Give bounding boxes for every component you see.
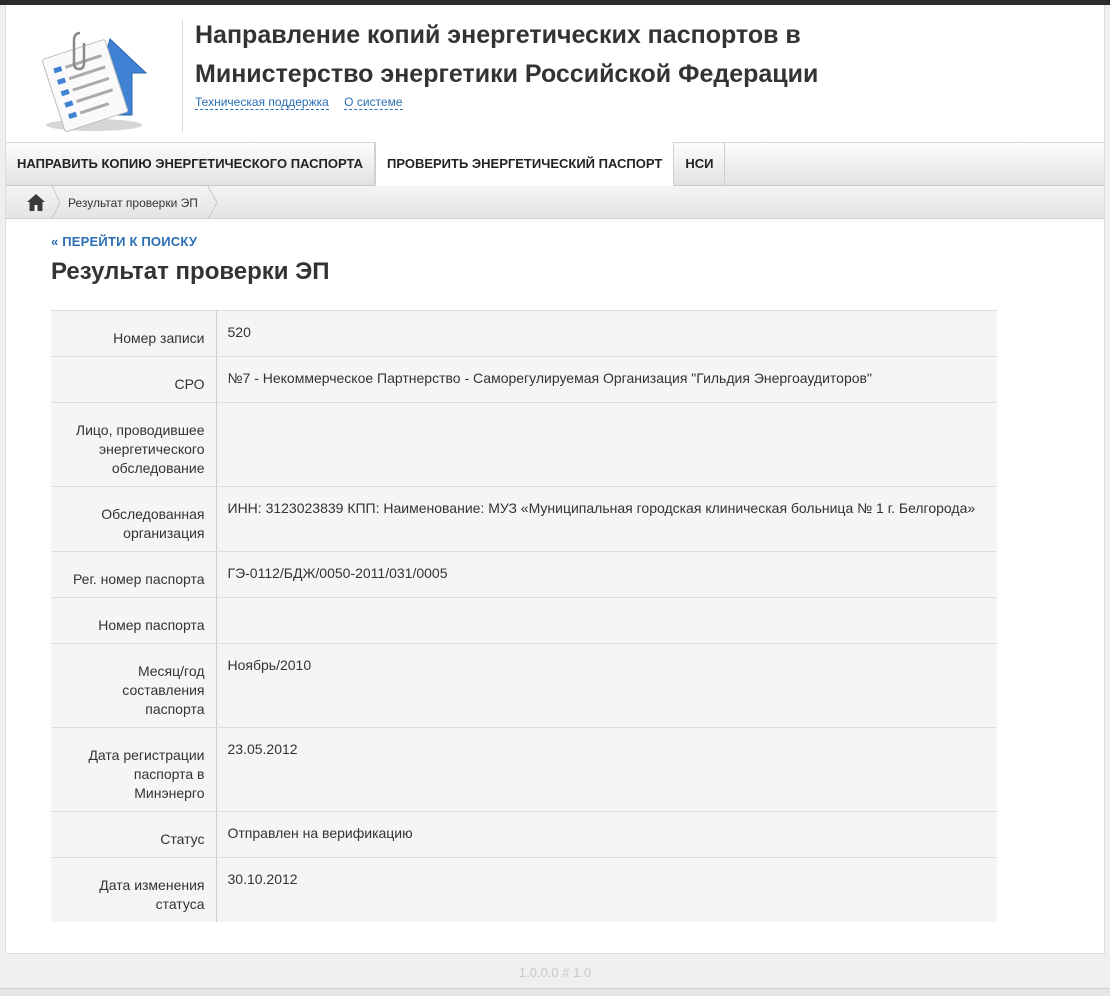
table-row: Рег. номер паспорта ГЭ-0112/БДЖ/0050-201…: [51, 551, 997, 598]
row-label: Лицо, проводившее энергетического обслед…: [51, 402, 217, 487]
row-value: [216, 597, 997, 644]
row-label: Номер записи: [51, 310, 217, 357]
nav-item-check-passport[interactable]: ПРОВЕРИТЬ ЭНЕРГЕТИЧЕСКИЙ ПАСПОРТ: [374, 142, 675, 187]
horizontal-scrollbar[interactable]: [0, 988, 1110, 996]
site-title-line2: Министерство энергетики Российской Федер…: [195, 60, 819, 88]
footer-version: 1.0.0.0 # 1.0: [518, 965, 592, 980]
table-row: Дата изменения статуса 30.10.2012: [51, 857, 997, 922]
result-table: Номер записи 520 СРО №7 - Некоммерческое…: [51, 310, 997, 922]
tech-support-link[interactable]: Техническая поддержка: [195, 95, 329, 110]
row-label: Обследованная организация: [51, 486, 217, 552]
header-divider: [182, 20, 183, 132]
row-label: Дата изменения статуса: [51, 857, 217, 922]
page-title: Результат проверки ЭП: [51, 258, 330, 285]
row-label: Номер паспорта: [51, 597, 217, 644]
breadcrumb-current: Результат проверки ЭП: [68, 196, 198, 210]
nav-item-nsi[interactable]: НСИ: [674, 143, 726, 186]
row-value: 30.10.2012: [227, 871, 298, 887]
row-value: ИНН: 3123023839 КПП: Наименование: МУЗ «…: [216, 486, 997, 552]
main-nav: НАПРАВИТЬ КОПИЮ ЭНЕРГЕТИЧЕСКОГО ПАСПОРТА…: [6, 142, 1104, 187]
nav-item-send-passport-copy[interactable]: НАПРАВИТЬ КОПИЮ ЭНЕРГЕТИЧЕСКОГО ПАСПОРТА: [6, 143, 375, 186]
row-label: Месяц/год составления паспорта: [51, 643, 217, 728]
document-upload-logo-icon: [36, 19, 156, 133]
home-icon[interactable]: [26, 193, 46, 212]
table-row: Статус Отправлен на верификацию: [51, 811, 997, 858]
table-row: Лицо, проводившее энергетического обслед…: [51, 402, 997, 487]
site-title-line1: Направление копий энергетических паспорт…: [195, 21, 801, 49]
header-links: Техническая поддержка О системе: [195, 95, 415, 110]
site-title: Направление копий энергетических паспорт…: [195, 16, 895, 94]
row-value: Ноябрь/2010: [216, 643, 997, 728]
table-row: Дата регистрации паспорта в Минэнерго 23…: [51, 727, 997, 812]
breadcrumb-end-separator-icon: [207, 186, 218, 219]
row-label: Рег. номер паспорта: [51, 551, 217, 598]
row-label: Статус: [51, 811, 217, 858]
breadcrumb: Результат проверки ЭП: [6, 186, 1104, 219]
back-to-search-link[interactable]: « ПЕРЕЙТИ К ПОИСКУ: [51, 234, 197, 249]
table-row: Месяц/год составления паспорта Ноябрь/20…: [51, 643, 997, 728]
table-row: СРО №7 - Некоммерческое Партнерство - Са…: [51, 356, 997, 403]
row-label: СРО: [51, 356, 217, 403]
row-value: 520: [216, 310, 997, 357]
row-label: Дата регистрации паспорта в Минэнерго: [51, 727, 217, 812]
row-value: Отправлен на верификацию: [216, 811, 997, 858]
table-row: Обследованная организация ИНН: 312302383…: [51, 486, 997, 552]
row-value: 23.05.2012: [216, 727, 997, 812]
breadcrumb-separator-icon: [51, 186, 61, 219]
table-row: Номер записи 520: [51, 310, 997, 357]
page-container: Направление копий энергетических паспорт…: [5, 5, 1105, 954]
about-system-link[interactable]: О системе: [344, 95, 403, 110]
row-value: [216, 402, 997, 487]
site-header: Направление копий энергетических паспорт…: [6, 5, 1104, 142]
row-value: №7 - Некоммерческое Партнерство - Саморе…: [216, 356, 997, 403]
row-value: ГЭ-0112/БДЖ/0050-2011/031/0005: [216, 551, 997, 598]
table-row: Номер паспорта: [51, 597, 997, 644]
